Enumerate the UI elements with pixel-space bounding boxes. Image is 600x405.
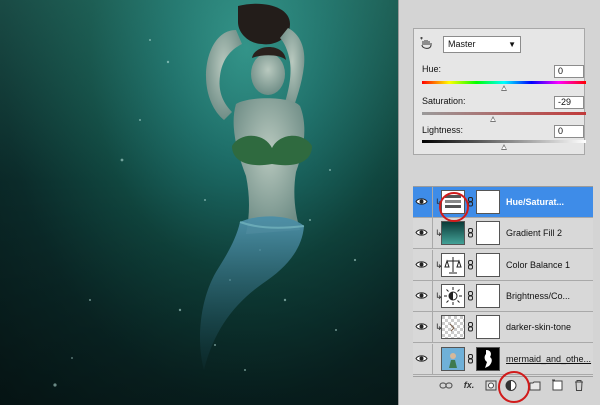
layer-mask-thumbnail[interactable] xyxy=(476,283,500,308)
layer-name: darker-skin-tone xyxy=(506,322,572,333)
layer-separator xyxy=(432,187,433,217)
transparent-pixel-icon[interactable] xyxy=(441,315,465,340)
image-canvas[interactable] xyxy=(0,0,398,405)
layer-separator xyxy=(432,312,433,343)
highlight-circle-clip xyxy=(439,192,469,222)
highlight-circle-adjustment xyxy=(498,371,530,403)
chain-link-icon[interactable] xyxy=(468,290,473,301)
link-icon[interactable] xyxy=(439,379,453,392)
layer-mask-thumbnail[interactable] xyxy=(476,315,500,340)
saturation-input[interactable]: -29 xyxy=(554,96,584,109)
chevron-down-icon: ▼ xyxy=(508,40,516,49)
layer-row[interactable]: ↳ darker-skin-tone xyxy=(413,312,593,344)
layer-name: Hue/Saturat... xyxy=(506,197,565,207)
layer-separator xyxy=(432,280,433,311)
lightness-input[interactable]: 0 xyxy=(554,125,584,138)
layer-row[interactable]: mermaid_and_othe... xyxy=(413,343,593,375)
layer-separator xyxy=(432,343,433,374)
layer-mask-thumbnail[interactable] xyxy=(476,221,500,246)
eye-icon[interactable] xyxy=(415,352,428,365)
trash-icon[interactable] xyxy=(573,379,585,392)
layers-list: ↳ Hue/Saturat... ↳ Gradient Fill 2 ↳ Color Ba… xyxy=(413,186,593,376)
layer-separator xyxy=(432,249,433,280)
eye-icon[interactable] xyxy=(415,258,428,271)
preset-value: Master xyxy=(448,39,476,49)
photoshop-panel: Master ▼ Hue: 0 Saturation: -29 Lightnes… xyxy=(398,0,600,405)
layer-separator xyxy=(432,218,433,249)
chain-link-icon[interactable] xyxy=(468,322,473,332)
layer-mask-thumbnail[interactable] xyxy=(476,190,500,214)
layer-row[interactable]: ↳ Color Balance 1 xyxy=(413,249,593,281)
mermaid-illustration xyxy=(53,3,357,387)
gradient-icon[interactable] xyxy=(441,221,465,246)
brightness-icon[interactable] xyxy=(441,283,465,308)
layer-row[interactable]: ↳ Gradient Fill 2 xyxy=(413,218,593,250)
hue-slider-thumb[interactable] xyxy=(501,85,507,91)
lightness-label: Lightness: xyxy=(422,125,464,135)
preset-select[interactable]: Master ▼ xyxy=(443,36,521,53)
layer-name: Brightness/Co... xyxy=(506,290,571,301)
folder-icon[interactable] xyxy=(529,379,541,392)
lightness-slider-track[interactable] xyxy=(422,140,586,143)
photo-icon[interactable] xyxy=(441,346,465,371)
eye-icon[interactable] xyxy=(415,226,428,239)
chain-link-icon[interactable] xyxy=(468,259,473,270)
saturation-slider-track[interactable] xyxy=(422,112,586,115)
chain-link-icon[interactable] xyxy=(468,353,473,364)
chain-link-icon[interactable] xyxy=(468,228,473,238)
layer-mask-thumbnail[interactable] xyxy=(476,252,500,277)
layer-row[interactable]: ↳ Brightness/Co... xyxy=(413,280,593,312)
layer-name: Gradient Fill 2 xyxy=(506,228,563,239)
mask-icon[interactable] xyxy=(485,379,497,392)
lightness-slider-thumb[interactable] xyxy=(501,144,507,150)
layer-name: Color Balance 1 xyxy=(506,259,571,270)
fx-icon[interactable]: fx. xyxy=(461,379,477,392)
eye-icon[interactable] xyxy=(415,320,428,333)
saturation-slider-thumb[interactable] xyxy=(489,116,496,122)
eye-icon[interactable] xyxy=(415,289,428,302)
new-layer-icon[interactable] xyxy=(551,379,563,392)
mermaid-silhouette-icon xyxy=(484,349,492,368)
hue-saturation-properties: Master ▼ Hue: 0 Saturation: -29 Lightnes… xyxy=(413,28,586,155)
color-balance-icon[interactable] xyxy=(441,252,465,277)
hand-adjust-icon[interactable] xyxy=(420,37,434,51)
hue-input[interactable]: 0 xyxy=(554,65,584,78)
saturation-label: Saturation: xyxy=(422,96,466,106)
eye-icon[interactable] xyxy=(415,195,428,208)
hue-label: Hue: xyxy=(422,64,442,74)
layer-name: mermaid_and_othe... xyxy=(506,353,592,364)
hue-slider-track[interactable] xyxy=(422,81,586,84)
layer-mask-thumbnail[interactable] xyxy=(476,346,500,371)
